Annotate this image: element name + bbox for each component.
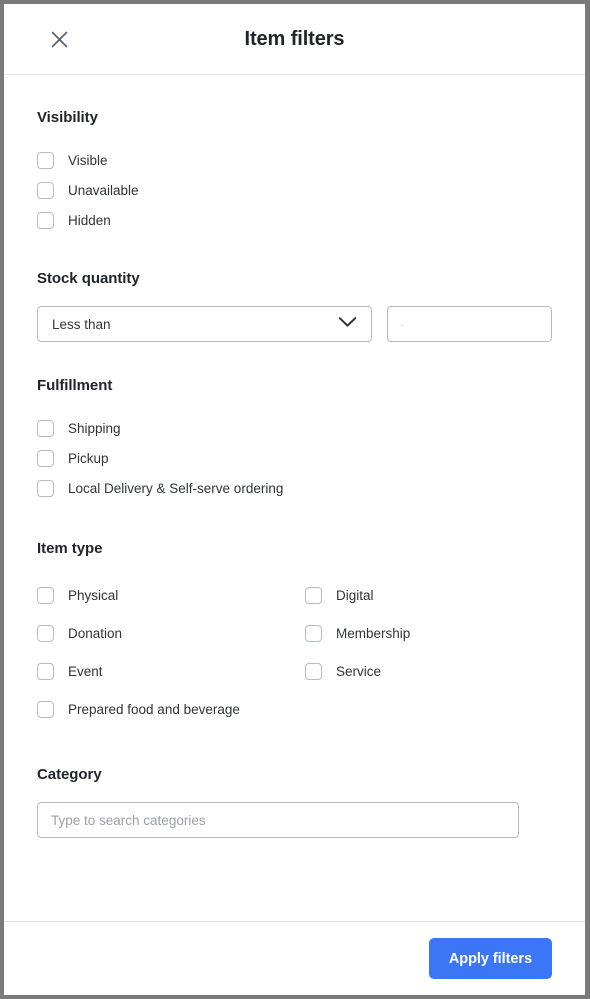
checkbox-digital[interactable]: [305, 586, 322, 604]
category-search-input[interactable]: [37, 802, 519, 838]
section-title-item-type: Item type: [37, 540, 103, 557]
checkbox-event[interactable]: [37, 662, 54, 680]
checkbox-donation[interactable]: [37, 624, 54, 642]
checkbox-row-visible[interactable]: Visible: [37, 145, 552, 175]
item-type-options: Physical Digital Donation Membership Eve…: [37, 576, 552, 728]
label-service: Service: [336, 663, 382, 679]
section-title-stock-quantity: Stock quantity: [37, 270, 140, 287]
checkbox-row-pickup[interactable]: Pickup: [37, 443, 552, 473]
visibility-options: Visible Unavailable Hidden: [37, 145, 552, 235]
checkbox-prepared-food[interactable]: [37, 700, 54, 718]
item-filters-modal: Item filters Visibility Visible Unavaila…: [4, 4, 585, 995]
section-category: Category: [37, 728, 552, 898]
stock-quantity-input[interactable]: [387, 306, 552, 342]
checkbox-shipping[interactable]: [37, 419, 54, 437]
checkbox-row-membership[interactable]: Membership: [305, 618, 552, 648]
modal-title: Item filters: [244, 27, 345, 50]
label-pickup: Pickup: [68, 450, 109, 466]
section-fulfillment: Fulfillment Shipping Pickup Local Delive…: [37, 342, 552, 503]
checkbox-unavailable[interactable]: [37, 181, 54, 199]
label-shipping: Shipping: [68, 420, 121, 436]
checkbox-physical[interactable]: [37, 586, 54, 604]
close-icon: [51, 31, 68, 48]
stock-comparator-value: Less than: [52, 316, 111, 332]
close-button[interactable]: [42, 22, 76, 56]
section-stock-quantity: Stock quantity Less than: [37, 235, 552, 342]
label-digital: Digital: [336, 587, 374, 603]
checkbox-row-prepared-food[interactable]: Prepared food and beverage: [37, 694, 552, 724]
label-visible: Visible: [68, 152, 108, 168]
checkbox-row-event[interactable]: Event: [37, 656, 305, 686]
screen-frame: Item filters Visibility Visible Unavaila…: [0, 0, 590, 999]
section-title-fulfillment: Fulfillment: [37, 377, 113, 394]
modal-body[interactable]: Visibility Visible Unavailable Hidden St…: [4, 75, 585, 921]
section-item-type: Item type Physical Digital Donation Memb…: [37, 503, 552, 728]
checkbox-row-physical[interactable]: Physical: [37, 580, 305, 610]
modal-footer: Apply filters: [4, 921, 585, 995]
checkbox-row-service[interactable]: Service: [305, 656, 552, 686]
label-donation: Donation: [68, 625, 123, 641]
checkbox-row-donation[interactable]: Donation: [37, 618, 305, 648]
checkbox-hidden[interactable]: [37, 211, 54, 229]
label-unavailable: Unavailable: [68, 182, 139, 198]
checkbox-local-delivery[interactable]: [37, 479, 54, 497]
checkbox-visible[interactable]: [37, 151, 54, 169]
checkbox-row-local-delivery[interactable]: Local Delivery & Self-serve ordering: [37, 473, 552, 503]
checkbox-row-unavailable[interactable]: Unavailable: [37, 175, 552, 205]
section-title-visibility: Visibility: [37, 109, 98, 126]
checkbox-row-shipping[interactable]: Shipping: [37, 413, 552, 443]
label-hidden: Hidden: [68, 212, 111, 228]
checkbox-pickup[interactable]: [37, 449, 54, 467]
checkbox-row-hidden[interactable]: Hidden: [37, 205, 552, 235]
checkbox-row-digital[interactable]: Digital: [305, 580, 552, 610]
chevron-down-icon: [338, 315, 357, 333]
label-physical: Physical: [68, 587, 119, 603]
section-title-category: Category: [37, 766, 102, 783]
stock-comparator-select[interactable]: Less than: [37, 306, 372, 342]
label-membership: Membership: [336, 625, 411, 641]
stock-quantity-row: Less than: [37, 306, 552, 342]
checkbox-service[interactable]: [305, 662, 322, 680]
fulfillment-options: Shipping Pickup Local Delivery & Self-se…: [37, 413, 552, 503]
checkbox-membership[interactable]: [305, 624, 322, 642]
section-visibility: Visibility Visible Unavailable Hidden: [37, 75, 552, 235]
modal-header: Item filters: [4, 4, 585, 75]
apply-filters-button[interactable]: Apply filters: [428, 938, 552, 979]
label-local-delivery: Local Delivery & Self-serve ordering: [68, 480, 284, 496]
label-event: Event: [68, 663, 103, 679]
label-prepared-food: Prepared food and beverage: [68, 701, 240, 717]
